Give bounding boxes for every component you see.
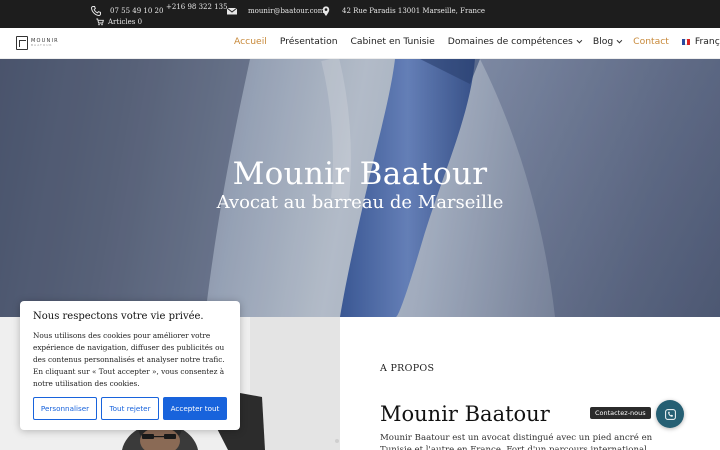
logo-mark-icon	[16, 36, 28, 50]
menu-item-accueil[interactable]: Accueil	[234, 36, 267, 47]
menu-item-domaines[interactable]: Domaines de compétences	[447, 36, 583, 47]
email-info[interactable]: mounir@baatour.com	[226, 5, 324, 17]
top-info-bar: 07 55 49 10 20 +216 98 322 135 mounir@ba…	[0, 0, 720, 28]
phone-info[interactable]: 07 55 49 10 20	[90, 5, 163, 17]
hero-title: Mounir Baatour	[232, 156, 488, 192]
cookie-consent-banner: Nous respectons votre vie privée. Nous u…	[20, 301, 240, 430]
cart-link[interactable]: Articles 0	[96, 18, 142, 26]
logo-sub: BAATOUR	[31, 43, 53, 48]
menu-label: Présentation	[279, 36, 338, 47]
chevron-down-icon	[576, 37, 583, 43]
location-pin-icon	[320, 5, 332, 17]
menu-label: Blog	[592, 36, 614, 47]
cookie-text: Nous utilisons des cookies pour améliore…	[33, 331, 225, 388]
address-text: 42 Rue Paradis 13001 Marseille, France	[342, 7, 486, 15]
contact-call-button[interactable]	[656, 400, 684, 428]
main-navigation: MOUNIR BAATOUR Accueil Présentation Cabi…	[0, 28, 720, 59]
menu-item-blog[interactable]: Blog	[592, 36, 623, 47]
chevron-down-icon	[616, 37, 623, 43]
cart-count[interactable]: Articles 0	[108, 18, 142, 26]
mail-icon	[226, 5, 238, 17]
menu-bar: Accueil Présentation Cabinet en Tunisie …	[234, 36, 720, 47]
about-title: Mounir Baatour	[380, 402, 550, 426]
contact-tooltip[interactable]: Contactez-nous	[590, 407, 651, 419]
email-address[interactable]: mounir@baatour.com	[248, 7, 324, 15]
menu-label: Contact	[633, 36, 669, 47]
cart-icon	[96, 18, 104, 26]
about-section: A PROPOS Mounir Baatour Mounir Baatour e…	[340, 317, 720, 450]
menu-item-cabinet-tunisie[interactable]: Cabinet en Tunisie	[351, 36, 435, 47]
address-info: 42 Rue Paradis 13001 Marseille, France	[320, 5, 485, 17]
customize-button[interactable]: Personnaliser	[33, 397, 97, 420]
menu-label: Cabinet en Tunisie	[350, 36, 435, 47]
menu-label: Français	[694, 36, 720, 47]
menu-item-contact[interactable]: Contact	[633, 36, 669, 47]
phone-number-fr[interactable]: 07 55 49 10 20	[110, 7, 163, 15]
menu-label: Domaines de compétences	[447, 36, 573, 47]
menu-item-presentation[interactable]: Présentation	[280, 36, 338, 47]
accept-all-button[interactable]: Accepter tout	[163, 397, 227, 420]
phone-number-tn[interactable]: +216 98 322 135	[166, 3, 228, 11]
about-text: Mounir Baatour est un avocat distingué a…	[380, 433, 653, 450]
phone-icon	[664, 408, 677, 421]
hero-banner: Mounir Baatour Avocat au barreau de Mars…	[0, 59, 720, 317]
about-kicker: A PROPOS	[380, 363, 435, 374]
site-logo[interactable]: MOUNIR BAATOUR	[16, 36, 59, 50]
hero-subtitle: Avocat au barreau de Marseille	[216, 192, 504, 213]
french-flag-icon	[681, 38, 690, 45]
language-switcher[interactable]: Français	[681, 36, 720, 47]
cookie-title: Nous respectons votre vie privée.	[33, 311, 204, 322]
reject-all-button[interactable]: Tout rejeter	[101, 397, 159, 420]
phone-icon	[90, 5, 102, 17]
menu-label: Accueil	[234, 36, 267, 47]
